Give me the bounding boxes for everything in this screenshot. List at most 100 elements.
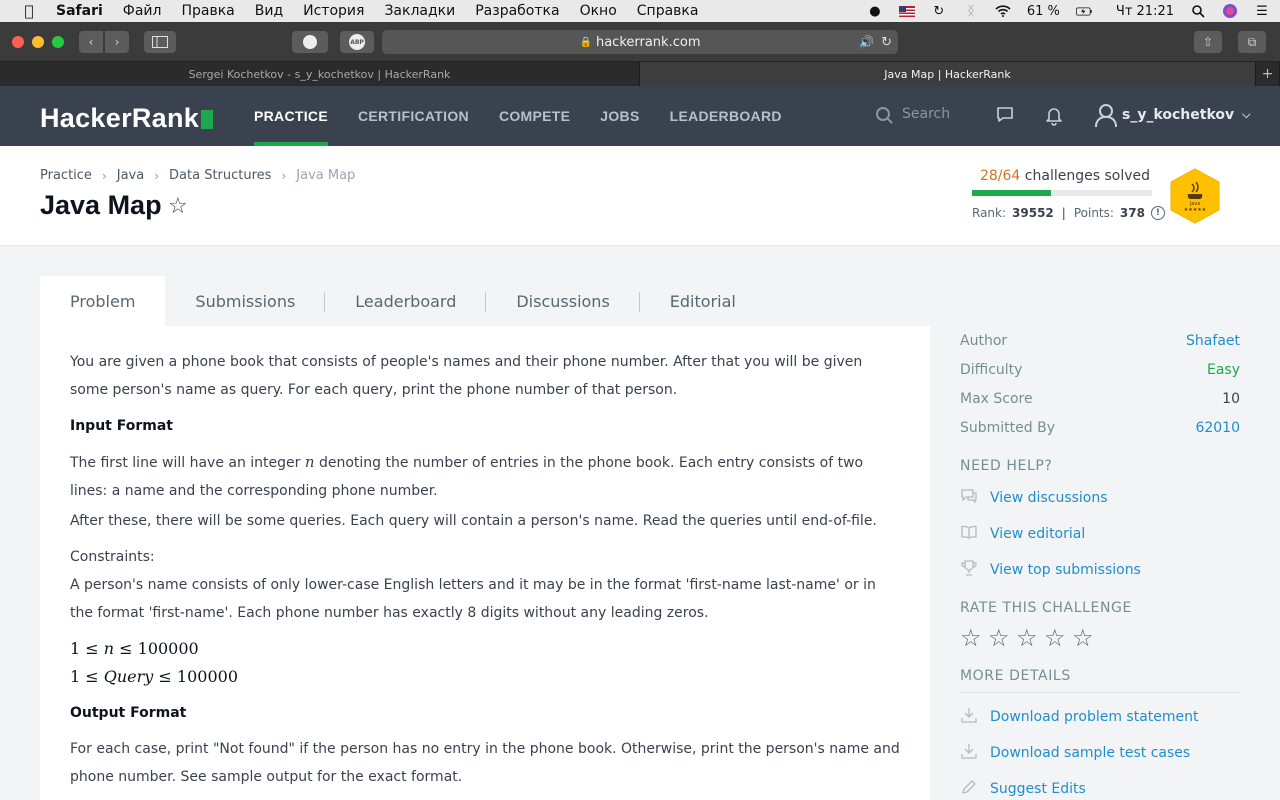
download-icon <box>960 707 978 727</box>
link-label: Suggest Edits <box>990 781 1086 797</box>
close-window-button[interactable] <box>12 36 24 48</box>
download-test-cases-link[interactable]: Download sample test cases <box>960 735 1240 771</box>
menu-edit[interactable]: Правка <box>181 3 234 19</box>
queries-text: After these, there will be some queries.… <box>70 513 877 529</box>
detail-submitted-by: Submitted By 62010 <box>960 413 1240 442</box>
link-label: Download sample test cases <box>990 745 1191 761</box>
view-discussions-link[interactable]: View discussions <box>960 480 1240 516</box>
reload-icon[interactable]: ↻ <box>881 35 892 50</box>
output-format-heading: Output Format <box>70 705 187 721</box>
share-button[interactable]: ⇧ <box>1194 31 1222 53</box>
author-link[interactable]: Shafaet <box>1186 333 1240 349</box>
time-machine-icon[interactable]: ↻ <box>931 3 947 19</box>
view-editorial-link[interactable]: View editorial <box>960 516 1240 552</box>
siri-icon[interactable] <box>1222 3 1238 19</box>
constraints-text: A person's name consists of only lower-c… <box>70 577 876 621</box>
menu-file[interactable]: Файл <box>123 3 162 19</box>
points-value: 378 <box>1119 206 1145 220</box>
menu-develop[interactable]: Разработка <box>475 3 559 19</box>
breadcrumb-data-structures[interactable]: Data Structures <box>169 168 271 183</box>
rating-stars: ☆ ☆ ☆ ☆ ☆ <box>960 626 1240 650</box>
back-button[interactable]: ‹ <box>79 31 103 53</box>
detail-label: Difficulty <box>960 361 1023 378</box>
rate-star-5[interactable]: ☆ <box>1072 626 1094 650</box>
apple-icon[interactable]:  <box>20 2 38 20</box>
nav-leaderboard[interactable]: LEADERBOARD <box>670 86 782 146</box>
chevron-right-icon: › <box>281 168 287 183</box>
grammarly-extension-icon[interactable] <box>292 31 328 53</box>
rate-star-4[interactable]: ☆ <box>1044 626 1066 650</box>
audio-playing-icon[interactable]: 🔊 <box>859 35 874 49</box>
notifications-bell-icon[interactable] <box>1045 106 1063 131</box>
menu-app-safari[interactable]: Safari <box>56 3 103 19</box>
bookmark-star-icon[interactable]: ☆ <box>168 194 188 219</box>
detail-difficulty: Difficulty Easy <box>960 355 1240 384</box>
progress-text: 28/64 challenges solved <box>972 168 1150 184</box>
info-icon[interactable]: ! <box>1150 206 1165 220</box>
hackerrank-logo[interactable]: HackerRank <box>40 103 214 134</box>
download-statement-link[interactable]: Download problem statement <box>960 699 1240 735</box>
suggest-edits-link[interactable]: Suggest Edits <box>960 771 1240 800</box>
submitted-by-link[interactable]: 62010 <box>1195 420 1240 436</box>
nav-compete[interactable]: COMPETE <box>499 86 570 146</box>
nav-certification[interactable]: CERTIFICATION <box>358 86 469 146</box>
breadcrumb-practice[interactable]: Practice <box>40 168 92 183</box>
menu-history[interactable]: История <box>303 3 364 19</box>
nav-practice[interactable]: PRACTICE <box>254 86 328 146</box>
view-top-submissions-link[interactable]: View top submissions <box>960 552 1240 588</box>
tab-editorial[interactable]: Editorial <box>640 276 766 326</box>
badge-stars: ★★★★★ <box>1184 207 1207 213</box>
notification-center-icon[interactable]: ☰ <box>1254 3 1270 19</box>
rate-star-3[interactable]: ☆ <box>1016 626 1038 650</box>
progress-bar-fill <box>972 190 1051 196</box>
user-avatar-icon <box>1094 103 1117 127</box>
menu-view[interactable]: Вид <box>255 3 283 19</box>
tab-problem[interactable]: Problem <box>40 276 166 326</box>
rate-star-2[interactable]: ☆ <box>988 626 1010 650</box>
book-icon <box>960 525 978 543</box>
flag-icon[interactable] <box>898 3 915 19</box>
lock-icon: 🔒 <box>579 36 592 48</box>
browser-tab-java-map[interactable]: Java Map | HackerRank <box>640 62 1256 86</box>
evernote-icon[interactable]: ● <box>867 3 883 19</box>
minimize-window-button[interactable] <box>32 36 44 48</box>
menubar-clock[interactable]: Чт 21:21 <box>1116 4 1174 19</box>
divider <box>960 692 1240 693</box>
sidebar-toggle-button[interactable] <box>144 31 176 53</box>
challenge-tabs: Problem Submissions Leaderboard Discussi… <box>40 276 766 326</box>
user-menu[interactable]: s_y_kochetkov ⌵ <box>1094 103 1251 127</box>
progress-bar <box>972 190 1152 196</box>
spotlight-icon[interactable] <box>1190 3 1206 19</box>
battery-icon[interactable] <box>1075 3 1092 19</box>
menu-help[interactable]: Справка <box>637 3 699 19</box>
breadcrumb-java[interactable]: Java <box>117 168 144 183</box>
nav-jobs[interactable]: JOBS <box>600 86 639 146</box>
tab-label: Submissions <box>195 291 296 311</box>
difficulty-value: Easy <box>1206 361 1240 378</box>
tab-leaderboard[interactable]: Leaderboard <box>325 276 487 326</box>
chevron-right-icon: › <box>101 168 107 183</box>
chevron-down-icon: ⌵ <box>1242 108 1251 121</box>
tab-discussions[interactable]: Discussions <box>486 276 640 326</box>
browser-tab-profile[interactable]: Sergei Kochetkov - s_y_kochetkov | Hacke… <box>0 62 640 86</box>
tab-submissions[interactable]: Submissions <box>165 276 326 326</box>
messages-icon[interactable] <box>996 106 1014 129</box>
search-box[interactable]: Search <box>876 106 950 122</box>
java-badge[interactable]: Java ★★★★★ <box>1170 168 1220 224</box>
bluetooth-icon[interactable]: ᛝ <box>963 3 979 19</box>
help-links: View discussions View editorial View top… <box>960 480 1240 588</box>
tab-overview-button[interactable]: ⧉ <box>1238 31 1266 53</box>
problem-statement: You are given a phone book that consists… <box>40 326 930 800</box>
wifi-icon[interactable] <box>995 3 1011 19</box>
menu-window[interactable]: Окно <box>580 3 617 19</box>
rate-star-1[interactable]: ☆ <box>960 626 982 650</box>
browser-tab-title: Sergei Kochetkov - s_y_kochetkov | Hacke… <box>188 67 451 81</box>
chevron-right-icon: › <box>154 168 160 183</box>
adblock-extension-icon[interactable]: ABP <box>340 31 374 53</box>
breadcrumb-current: Java Map <box>296 168 356 183</box>
new-tab-button[interactable]: + <box>1256 62 1280 86</box>
address-bar[interactable]: 🔒 hackerrank.com 🔊 ↻ <box>382 30 898 54</box>
zoom-window-button[interactable] <box>52 36 64 48</box>
forward-button[interactable]: › <box>105 31 129 53</box>
menu-bookmarks[interactable]: Закладки <box>384 3 455 19</box>
